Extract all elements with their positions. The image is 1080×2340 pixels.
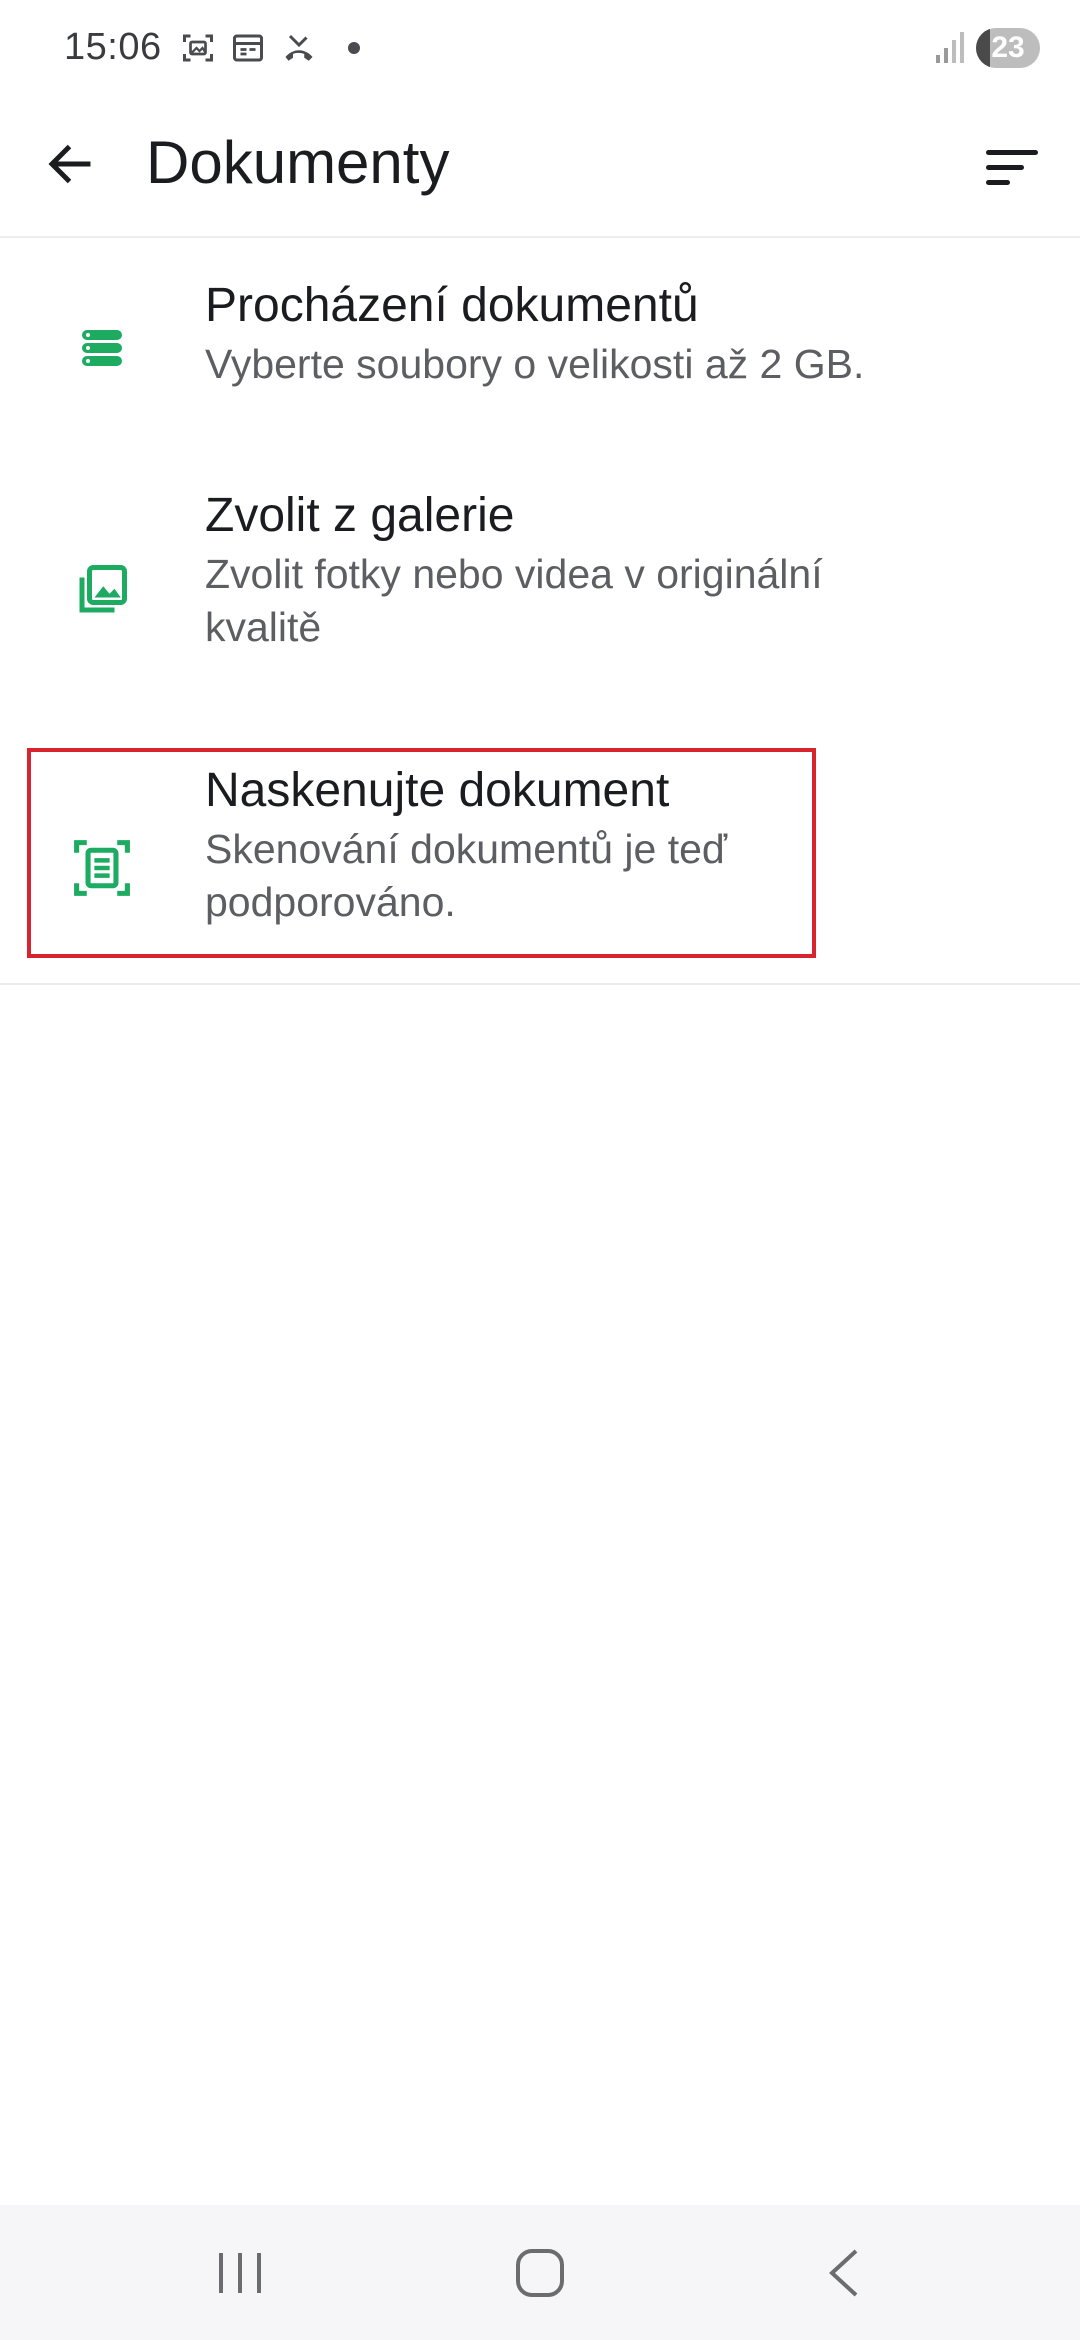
status-icons-left [180, 30, 360, 66]
battery-level: 23 [991, 31, 1025, 64]
home-icon [514, 2247, 566, 2304]
menu-item-choose-gallery[interactable]: Zvolit z galerie Zvolit fotky nebo videa… [0, 488, 1080, 708]
missed-call-icon [280, 30, 318, 66]
highlight-box [27, 748, 816, 958]
sort-button[interactable] [978, 136, 1046, 204]
menu-item-title: Zvolit z galerie [205, 489, 515, 542]
gallery-icon [70, 558, 134, 622]
menu-item-subtitle-line: kvalitě [205, 604, 322, 650]
menu-item-browse-documents[interactable]: Procházení dokumentů Vyberte soubory o v… [0, 278, 1080, 448]
screen: 15:06 23 Dokumenty Procházení dokumentů … [0, 0, 1080, 2340]
menu-item-subtitle: Zvolit fotky nebo videa v originální kva… [205, 548, 1025, 654]
list-divider [0, 983, 1080, 985]
calendar-icon [230, 30, 266, 66]
recent-apps-button[interactable] [200, 2235, 280, 2315]
arrow-back-icon [43, 137, 97, 196]
app-bar: Dokumenty [0, 100, 1080, 238]
menu-item-subtitle: Vyberte soubory o velikosti až 2 GB. [205, 341, 865, 387]
signal-icon [936, 29, 966, 68]
back-button[interactable] [36, 132, 104, 200]
menu-item-title: Procházení dokumentů [205, 279, 699, 332]
navigation-bar [0, 2205, 1080, 2340]
menu-item-text: Procházení dokumentů Vyberte soubory o v… [205, 278, 1025, 391]
menu-item-subtitle-line: Zvolit fotky nebo videa v originální [205, 551, 823, 597]
menu-item-text: Zvolit z galerie Zvolit fotky nebo videa… [205, 488, 1025, 654]
status-bar: 15:06 23 [0, 0, 1080, 100]
nav-back-button[interactable] [804, 2235, 884, 2315]
status-time: 15:06 [64, 26, 162, 68]
status-icons-right: 23 [936, 28, 1040, 68]
battery-icon: 23 [976, 28, 1040, 68]
notification-dot [348, 42, 360, 54]
home-button[interactable] [500, 2235, 580, 2315]
back-icon [824, 2247, 864, 2304]
screenshot-icon [180, 30, 216, 66]
storage-icon [70, 316, 134, 380]
page-title: Dokumenty [146, 129, 450, 196]
sort-icon [984, 148, 1040, 193]
recent-apps-icon [215, 2251, 265, 2300]
